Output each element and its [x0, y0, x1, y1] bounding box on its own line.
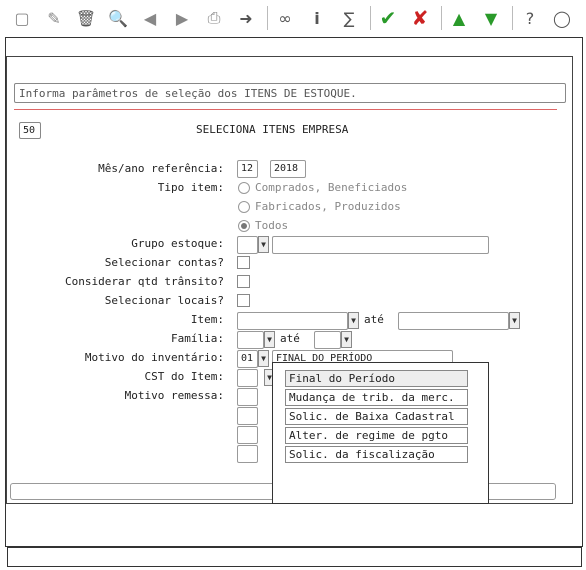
- item-from-field[interactable]: [237, 312, 348, 330]
- chat-icon[interactable]: ◯: [548, 4, 576, 32]
- motivo-inv-code[interactable]: 01: [237, 350, 258, 368]
- familia-to-field[interactable]: [314, 331, 341, 349]
- motivo-inv-label: Motivo do inventário:: [84, 351, 224, 364]
- familia-from-field[interactable]: [237, 331, 264, 349]
- info-icon[interactable]: i: [303, 4, 331, 32]
- cst-field[interactable]: [237, 369, 258, 387]
- radio-todos-label: Todos: [255, 219, 289, 232]
- program-code: 50: [19, 122, 41, 139]
- qtd-transito-checkbox[interactable]: [237, 275, 250, 288]
- toolbar-separator: [267, 6, 268, 30]
- tipo-item-label: Tipo item:: [157, 181, 224, 194]
- ano-field[interactable]: 2018: [270, 160, 306, 178]
- export-icon[interactable]: ➜: [232, 4, 260, 32]
- radio-comprados[interactable]: [238, 182, 250, 194]
- item-label: Item:: [190, 313, 224, 326]
- sel-contas-checkbox[interactable]: [237, 256, 250, 269]
- dropdown-option[interactable]: Alter. de regime de pgto: [285, 427, 468, 444]
- delete-icon[interactable]: 🗑: [72, 4, 100, 32]
- motivo-remessa-label: Motivo remessa:: [124, 389, 224, 402]
- motivo-remessa-field-1[interactable]: [237, 388, 258, 406]
- divider: [14, 109, 557, 110]
- radio-todos[interactable]: [238, 220, 250, 232]
- grupo-estoque-dropdown-icon[interactable]: ▼: [258, 236, 269, 253]
- motivo-remessa-field-2[interactable]: [237, 407, 258, 425]
- grupo-estoque-desc: [272, 236, 489, 254]
- motivo-dropdown-list: Final do Período Mudança de trib. da mer…: [272, 362, 489, 504]
- print-icon[interactable]: ⎙: [200, 4, 228, 32]
- sum-icon[interactable]: ∑: [335, 4, 363, 32]
- familia-ate-label: até: [280, 332, 300, 345]
- familia-to-dropdown-icon[interactable]: ▼: [341, 331, 352, 348]
- motivo-remessa-field-3[interactable]: [237, 426, 258, 444]
- cst-label: CST do Item:: [144, 370, 224, 383]
- next-icon[interactable]: ▶: [168, 4, 196, 32]
- sel-locais-label: Selecionar locais?: [104, 294, 224, 307]
- status-bar: [7, 547, 582, 567]
- motivo-inv-dropdown-icon[interactable]: ▼: [258, 350, 269, 367]
- toolbar-separator: [441, 6, 442, 30]
- info-message: Informa parâmetros de seleção dos ITENS …: [14, 83, 566, 103]
- familia-from-dropdown-icon[interactable]: ▼: [264, 331, 275, 348]
- radio-fabricados-label: Fabricados, Produzidos: [255, 200, 401, 213]
- mes-field[interactable]: 12: [237, 160, 258, 178]
- item-to-dropdown-icon[interactable]: ▼: [509, 312, 520, 329]
- radio-fabricados[interactable]: [238, 201, 250, 213]
- search-icon[interactable]: 🔍: [104, 4, 132, 32]
- item-to-field[interactable]: [398, 312, 509, 330]
- item-from-dropdown-icon[interactable]: ▼: [348, 312, 359, 329]
- sel-contas-label: Selecionar contas?: [104, 256, 224, 269]
- sel-locais-checkbox[interactable]: [237, 294, 250, 307]
- edit-icon[interactable]: ✎: [40, 4, 68, 32]
- toolbar-separator: [370, 6, 371, 30]
- mes-ano-label: Mês/ano referência:: [98, 162, 224, 175]
- toolbar: ▢ ✎ 🗑 🔍 ◀ ▶ ⎙ ➜ ∞ i ∑ ✔ ✘ ▲ ▼ ? ◯: [0, 0, 586, 36]
- dropdown-option[interactable]: Mudança de trib. da merc.: [285, 389, 468, 406]
- familia-label: Família:: [171, 332, 224, 345]
- qtd-transito-label: Considerar qtd trânsito?: [65, 275, 224, 288]
- new-icon[interactable]: ▢: [8, 4, 36, 32]
- cancel-icon[interactable]: ✘: [406, 4, 434, 32]
- help-icon[interactable]: ?: [516, 4, 544, 32]
- dropdown-option[interactable]: Solic. de Baixa Cadastral: [285, 408, 468, 425]
- confirm-icon[interactable]: ✔: [374, 4, 402, 32]
- grupo-estoque-code[interactable]: [237, 236, 258, 254]
- dropdown-option[interactable]: Final do Período: [285, 370, 468, 387]
- grupo-estoque-label: Grupo estoque:: [131, 237, 224, 250]
- toolbar-separator: [512, 6, 513, 30]
- dropdown-option[interactable]: Solic. da fiscalização: [285, 446, 468, 463]
- prev-icon[interactable]: ◀: [136, 4, 164, 32]
- down-icon[interactable]: ▼: [477, 4, 505, 32]
- page-title: SELECIONA ITENS EMPRESA: [196, 123, 349, 136]
- item-ate-label: até: [364, 313, 384, 326]
- binoculars-icon[interactable]: ∞: [271, 4, 299, 32]
- motivo-remessa-field-4[interactable]: [237, 445, 258, 463]
- radio-comprados-label: Comprados, Beneficiados: [255, 181, 408, 194]
- up-icon[interactable]: ▲: [445, 4, 473, 32]
